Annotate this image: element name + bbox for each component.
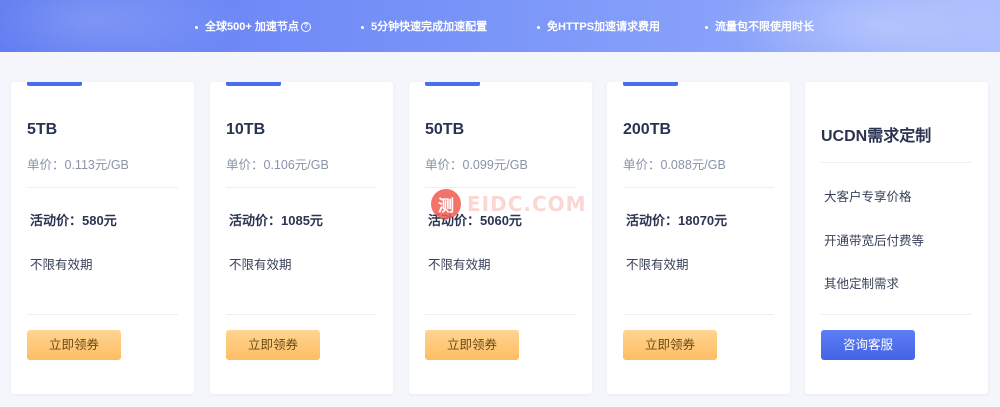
feature-text: 免HTTPS加速请求费用: [547, 21, 661, 33]
plan-validity: 不限有效期: [626, 258, 689, 272]
plan-unit-price: 单价：0.106元/GB: [226, 158, 329, 172]
divider: [226, 187, 377, 188]
plan-name: 5TB: [27, 121, 58, 138]
plan-promo-price: 活动价：1085元: [229, 213, 323, 228]
bullet-dot-icon: [195, 25, 198, 29]
card-accent-bar: [623, 82, 678, 86]
feature-banner: 全球500+ 加速节点 ? 5分钟快速完成加速配置 免HTTPS加速请求费用 流…: [0, 0, 1000, 52]
plan-card-10tb: 10TB 单价：0.106元/GB 活动价：1085元 不限有效期 立即领券: [210, 82, 393, 394]
claim-coupon-button[interactable]: 立即领券: [623, 330, 717, 360]
claim-coupon-button[interactable]: 立即领券: [226, 330, 320, 360]
bullet-dot-icon: [705, 25, 708, 29]
plan-card-200tb: 200TB 单价：0.088元/GB 活动价：18070元 不限有效期 立即领券: [607, 82, 790, 394]
plan-unit-price: 单价：0.088元/GB: [623, 158, 726, 172]
plan-promo-price: 活动价：580元: [30, 213, 117, 228]
plan-promo-price: 活动价：18070元: [626, 213, 728, 228]
feature-item-unlimited: 流量包不限使用时长: [705, 19, 814, 35]
plan-promo-price: 活动价：5060元: [428, 213, 522, 228]
divider: [27, 314, 178, 315]
bullet-dot-icon: [537, 25, 540, 29]
plan-card-50tb: 50TB 单价：0.099元/GB 活动价：5060元 不限有效期 立即领券: [409, 82, 592, 394]
divider: [425, 187, 576, 188]
divider: [821, 162, 972, 163]
divider: [226, 314, 377, 315]
plan-validity: 不限有效期: [428, 258, 491, 272]
feature-item-nodes: 全球500+ 加速节点 ?: [195, 19, 311, 35]
divider: [425, 314, 576, 315]
claim-coupon-button[interactable]: 立即领券: [425, 330, 519, 360]
plan-validity: 不限有效期: [30, 258, 93, 272]
plan-unit-price: 单价：0.099元/GB: [425, 158, 528, 172]
feature-text: 流量包不限使用时长: [715, 21, 814, 33]
feature-text: 全球500+ 加速节点: [205, 21, 299, 33]
custom-perk: 开通带宽后付费等: [824, 234, 925, 248]
custom-perk: 其他定制需求: [824, 277, 900, 291]
feature-item-https: 免HTTPS加速请求费用: [537, 19, 660, 35]
custom-plan-name: UCDN需求定制: [821, 128, 932, 145]
bullet-dot-icon: [361, 25, 364, 29]
claim-coupon-button[interactable]: 立即领券: [27, 330, 121, 360]
plan-name: 200TB: [623, 121, 672, 138]
divider: [623, 314, 774, 315]
card-accent-bar: [226, 82, 281, 86]
plan-unit-price: 单价：0.113元/GB: [27, 158, 129, 172]
divider: [623, 187, 774, 188]
divider: [27, 187, 178, 188]
plan-name: 10TB: [226, 121, 266, 138]
plan-name: 50TB: [425, 121, 465, 138]
custom-perk: 大客户专享价格: [824, 190, 912, 204]
custom-plan-card: UCDN需求定制 大客户专享价格 开通带宽后付费等 其他定制需求 咨询客服: [805, 82, 988, 394]
plan-card-5tb: 5TB 单价：0.113元/GB 活动价：580元 不限有效期 立即领券: [11, 82, 194, 394]
card-accent-bar: [425, 82, 480, 86]
card-accent-bar: [27, 82, 82, 86]
contact-service-button[interactable]: 咨询客服: [821, 330, 915, 360]
feature-item-config: 5分钟快速完成加速配置: [361, 19, 487, 35]
divider: [821, 314, 972, 315]
plan-validity: 不限有效期: [229, 258, 292, 272]
feature-text: 5分钟快速完成加速配置: [371, 21, 488, 33]
question-circle-icon[interactable]: ?: [300, 22, 311, 32]
